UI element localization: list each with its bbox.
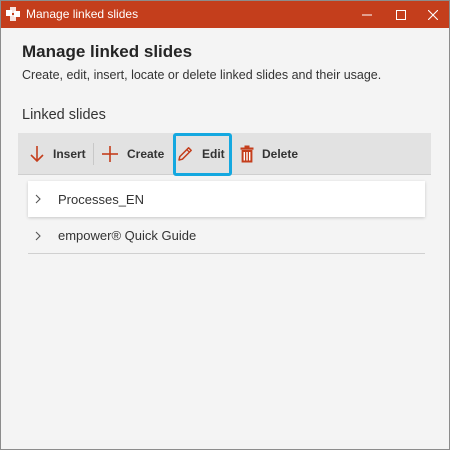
list-item[interactable]: Processes_EN [28,181,425,217]
manage-linked-slides-window: Manage linked slides Manage linked slide… [0,0,450,450]
create-label: Create [127,147,165,161]
insert-label: Insert [53,147,86,161]
insert-button[interactable]: Insert [29,133,86,175]
dialog-content: Manage linked slides Create, edit, inser… [1,28,449,449]
list-item-label: empower® Quick Guide [58,228,197,243]
edit-button[interactable]: Edit [176,133,225,175]
delete-button[interactable]: Delete [240,133,298,175]
edit-label: Edit [202,147,225,161]
linked-slides-list: Processes_EN empower® Quick Guide [28,181,425,254]
chevron-right-icon[interactable] [35,194,41,204]
create-button[interactable]: Create [101,133,164,175]
title-bar[interactable]: Manage linked slides [1,1,449,28]
minimize-button[interactable] [351,1,383,28]
minimize-icon [362,14,372,15]
maximize-icon [396,9,406,20]
arrow-down-icon [30,146,44,163]
page-title: Manage linked slides [22,42,193,61]
list-item-label: Processes_EN [58,191,144,207]
app-logo-icon [6,7,20,21]
trash-icon [240,145,254,163]
section-label: Linked slides [22,107,106,123]
page-description: Create, edit, insert, locate or delete l… [22,68,382,82]
close-icon [428,9,438,20]
window-title: Manage linked slides [26,7,139,21]
linked-slides-toolbar: Insert Create Edit Delete [18,133,431,176]
toolbar-separator [93,143,94,165]
delete-label: Delete [262,147,299,161]
plus-icon [102,146,118,162]
list-item[interactable]: empower® Quick Guide [28,218,425,254]
close-button[interactable] [417,1,449,28]
pencil-icon [178,147,192,161]
chevron-right-icon[interactable] [35,231,41,241]
maximize-button[interactable] [385,1,417,28]
